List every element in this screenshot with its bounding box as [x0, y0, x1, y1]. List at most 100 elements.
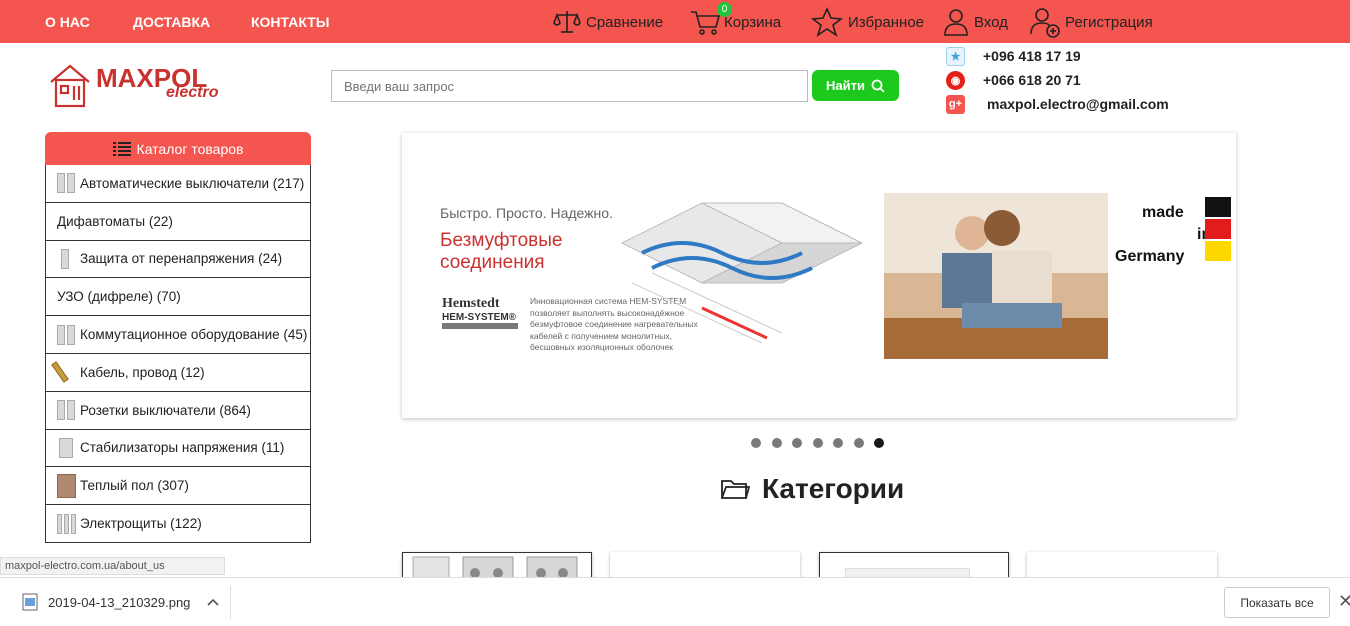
register-link[interactable]: Регистрация	[1030, 6, 1153, 38]
catalog-item-label: Защита от перенапряжения (24)	[80, 251, 283, 267]
flag-stripe-black	[1205, 197, 1231, 217]
star-icon	[811, 7, 843, 37]
house-plug-icon	[50, 64, 90, 108]
slider-dot[interactable]	[812, 438, 823, 448]
catalog-title: Каталог товаров	[136, 140, 244, 157]
catalog-item-rcd[interactable]: УЗО (дифреле) (70)	[45, 278, 311, 317]
nav-link-contacts[interactable]: КОНТАКТЫ	[251, 14, 329, 30]
catalog-item-label: Автоматические выключатели (217)	[80, 175, 305, 191]
banner-description-box: Инновационная система HEM-SYSTEM позволя…	[530, 296, 698, 352]
compare-link[interactable]: Сравнение	[553, 6, 663, 38]
catalog-item-circuit-breakers[interactable]: Автоматические выключатели (217)	[45, 165, 311, 203]
vodafone-icon: ◉	[946, 70, 965, 90]
search-button[interactable]: Найти	[812, 70, 899, 101]
contact-phone-1: ★ +096 418 17 19	[946, 46, 1081, 66]
chevron-up-icon[interactable]	[206, 597, 220, 607]
top-navigation-bar: О НАС ДОСТАВКА КОНТАКТЫ Сравнение 0 Корз…	[0, 0, 1350, 43]
download-item[interactable]: 2019-04-13_210329.png	[22, 593, 220, 611]
couple-photo	[884, 193, 1108, 359]
email-text[interactable]: maxpol.electro@gmail.com	[987, 96, 1169, 112]
catalog-item-label: УЗО (дифреле) (70)	[57, 289, 181, 305]
catalog-sidebar: Каталог товаров Автоматические выключате…	[45, 132, 311, 543]
list-icon	[112, 141, 131, 156]
login-link[interactable]: Вход	[943, 6, 1008, 38]
catalog-item-label: Коммутационное оборудование (45)	[80, 327, 308, 343]
made-text: made	[1142, 204, 1184, 221]
add-user-icon	[1030, 8, 1060, 38]
phone-2-text[interactable]: +066 618 20 71	[983, 72, 1081, 88]
banner-tagline: Быстро. Просто. Надежно.	[440, 205, 613, 221]
stabilizer-thumb-icon	[57, 436, 76, 460]
catalog-item-surge-protection[interactable]: Защита от перенапряжения (24)	[45, 240, 311, 279]
switchgear-thumb-icon	[57, 323, 76, 347]
cart-link[interactable]: 0 Корзина	[690, 2, 782, 38]
catalog-item-cable[interactable]: Кабель, провод (12)	[45, 353, 311, 392]
scales-icon	[553, 11, 581, 33]
google-plus-icon: g+	[946, 94, 965, 114]
flag-stripe-gold	[1205, 241, 1231, 261]
cart-label: Корзина	[724, 13, 782, 31]
slider-dot[interactable]	[833, 438, 843, 448]
catalog-item-rcbo[interactable]: Дифавтоматы (22)	[45, 202, 311, 241]
contact-email: g+ maxpol.electro@gmail.com	[946, 94, 1169, 114]
kyivstar-icon: ★	[946, 46, 965, 66]
nav-link-delivery[interactable]: ДОСТАВКА	[133, 14, 210, 30]
catalog-item-label: Электрощиты (122)	[80, 516, 202, 532]
banner-image: Быстро. Просто. Надежно. Безмуфтовые сое…	[440, 193, 1231, 359]
compare-label: Сравнение	[586, 13, 664, 31]
banner-brand-sub: HEM-SYSTEM®	[442, 312, 517, 323]
categories-heading: Категории	[720, 473, 904, 505]
folder-icon	[721, 480, 750, 499]
slider-dot[interactable]	[874, 438, 884, 448]
register-label: Регистрация	[1065, 13, 1153, 31]
catalog-item-label: Стабилизаторы напряжения (11)	[80, 440, 285, 456]
logo-subtitle: electro	[166, 84, 219, 101]
circuit-breaker-thumb-icon	[57, 171, 76, 195]
search-icon	[871, 79, 885, 93]
site-logo[interactable]: MAXPOL electro	[48, 60, 238, 110]
download-bar: 2019-04-13_210329.png Показать все ✕	[0, 577, 1350, 626]
banner-slider[interactable]: Быстро. Просто. Надежно. Безмуфтовые сое…	[402, 133, 1236, 418]
banner-brand-strip	[442, 323, 518, 329]
catalog-item-panels[interactable]: Электрощиты (122)	[45, 505, 311, 543]
status-url: maxpol-electro.com.ua/about_us	[0, 557, 225, 575]
image-file-icon	[22, 593, 38, 611]
download-filename: 2019-04-13_210329.png	[48, 594, 191, 610]
download-divider	[230, 586, 231, 619]
close-icon[interactable]: ✕	[1338, 591, 1350, 612]
surge-protector-thumb-icon	[57, 247, 76, 271]
show-all-button[interactable]: Показать все	[1224, 587, 1330, 618]
favorites-label: Избранное	[848, 13, 925, 31]
floor-heating-thumb-icon	[57, 473, 76, 498]
banner-headline-1: Безмуфтовые	[440, 230, 562, 251]
cart-icon-wrap: 0	[690, 2, 732, 38]
catalog-item-label: Кабель, провод (12)	[80, 364, 205, 380]
catalog-item-stabilizers[interactable]: Стабилизаторы напряжения (11)	[45, 429, 311, 468]
favorites-link[interactable]: Избранное	[811, 6, 924, 38]
slider-dots	[751, 438, 884, 448]
germany-text: Germany	[1115, 248, 1184, 265]
slider-dot[interactable]	[751, 438, 761, 448]
slider-dot[interactable]	[771, 438, 782, 448]
catalog-header[interactable]: Каталог товаров	[45, 132, 311, 165]
banner-headline-2: соединения	[440, 252, 545, 273]
nav-link-about[interactable]: О НАС	[45, 14, 90, 30]
banner-description: Инновационная система HEM-SYSTEM позволя…	[530, 296, 698, 352]
search-button-label: Найти	[826, 78, 865, 93]
cart-count-badge: 0	[717, 2, 732, 17]
search-input[interactable]	[331, 70, 808, 102]
catalog-item-floor-heating[interactable]: Теплый пол (307)	[45, 467, 311, 506]
panel-thumb-icon	[57, 512, 76, 536]
catalog-item-label: Теплый пол (307)	[80, 478, 189, 494]
catalog-item-switching-equipment[interactable]: Коммутационное оборудование (45)	[45, 316, 311, 354]
catalog-item-sockets-switches[interactable]: Розетки выключатели (864)	[45, 391, 311, 430]
contact-phone-2: ◉ +066 618 20 71	[946, 70, 1081, 90]
slider-dot[interactable]	[792, 438, 802, 448]
banner-brand: Hemstedt	[442, 296, 500, 311]
categories-title: Категории	[762, 473, 905, 504]
catalog-item-label: Розетки выключатели (864)	[80, 402, 251, 418]
socket-thumb-icon	[57, 398, 76, 422]
phone-1-text[interactable]: +096 418 17 19	[983, 48, 1081, 64]
catalog-item-label: Дифавтоматы (22)	[57, 213, 173, 229]
slider-dot[interactable]	[853, 438, 864, 448]
